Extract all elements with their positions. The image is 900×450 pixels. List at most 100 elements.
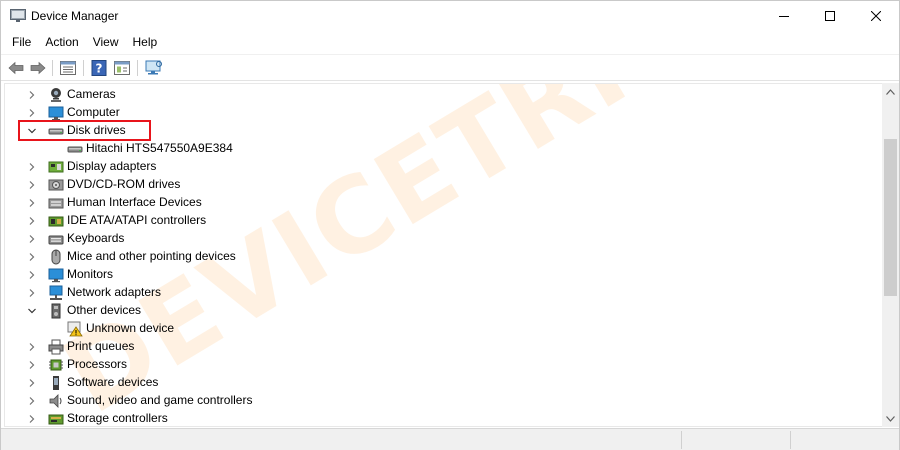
- tree-item-label: Print queues: [67, 339, 135, 353]
- menu-file[interactable]: File: [5, 32, 38, 54]
- tree-item-label: Network adapters: [67, 285, 162, 299]
- tree-item-label: Other devices: [67, 303, 142, 317]
- toolbar-separator: [83, 60, 84, 76]
- category-item[interactable]: Print queues: [5, 338, 875, 356]
- network-adapter-icon: [49, 285, 63, 300]
- category-item[interactable]: Mice and other pointing devices: [5, 248, 875, 266]
- keyboard-icon: [48, 235, 64, 245]
- tree-item-label: Human Interface Devices: [67, 195, 202, 209]
- chevron-right-icon[interactable]: [26, 377, 38, 389]
- maximize-button[interactable]: [807, 1, 853, 31]
- scroll-down-button[interactable]: [882, 410, 899, 427]
- svg-text:?: ?: [96, 62, 103, 76]
- chevron-right-icon[interactable]: [26, 233, 38, 245]
- menu-help[interactable]: Help: [126, 32, 165, 54]
- tree-item-label: Software devices: [67, 375, 159, 389]
- chevron-right-icon[interactable]: [26, 179, 38, 191]
- chevron-right-icon[interactable]: [26, 359, 38, 371]
- chevron-right-icon[interactable]: [26, 215, 38, 227]
- tree-item-label: DVD/CD-ROM drives: [67, 177, 181, 191]
- chevron-right-icon[interactable]: [26, 395, 38, 407]
- monitor-icon: [48, 268, 64, 283]
- tree-item-label: Storage controllers: [67, 411, 168, 425]
- status-pane-divider: [790, 431, 791, 449]
- tree-item-label: IDE ATA/ATAPI controllers: [67, 213, 207, 227]
- title-bar[interactable]: Device Manager: [1, 1, 899, 31]
- camera-icon: [51, 88, 61, 102]
- chevron-up-icon: [886, 88, 895, 95]
- hid-icon: [48, 198, 64, 209]
- properties-list-icon: [60, 61, 76, 75]
- category-item[interactable]: Cameras: [5, 86, 875, 104]
- category-item[interactable]: Monitors: [5, 266, 875, 284]
- scroll-thumb[interactable]: [884, 139, 897, 296]
- category-item[interactable]: Keyboards: [5, 230, 875, 248]
- tree-item-label: Cameras: [67, 87, 116, 101]
- computer-icon: [48, 106, 64, 121]
- speaker-icon: [49, 394, 62, 408]
- scan-hardware-icon: [145, 60, 162, 75]
- chevron-right-icon[interactable]: [26, 251, 38, 263]
- category-item[interactable]: Network adapters: [5, 284, 875, 302]
- close-icon: [871, 11, 881, 21]
- dvd-drive-icon: [48, 179, 64, 191]
- menu-action[interactable]: Action: [38, 32, 85, 54]
- details-view-button[interactable]: [112, 58, 132, 78]
- toolbar-separator: [52, 60, 53, 76]
- minimize-icon: [779, 16, 789, 17]
- category-item[interactable]: Human Interface Devices: [5, 194, 875, 212]
- back-button[interactable]: [6, 58, 26, 78]
- other-devices-icon: [51, 303, 61, 319]
- tree-item-label: Processors: [67, 357, 128, 371]
- chevron-right-icon[interactable]: [26, 413, 38, 425]
- category-item[interactable]: Sound, video and game controllers: [5, 392, 875, 410]
- scan-hardware-button[interactable]: [144, 58, 164, 78]
- category-item[interactable]: DVD/CD-ROM drives: [5, 176, 875, 194]
- maximize-icon: [825, 11, 835, 21]
- storage-controller-icon: [48, 414, 64, 425]
- chevron-right-icon[interactable]: [26, 107, 38, 119]
- category-item[interactable]: Processors: [5, 356, 875, 374]
- chevron-right-icon[interactable]: [26, 161, 38, 173]
- minimize-button[interactable]: [761, 1, 807, 31]
- details-view-icon: [114, 61, 130, 75]
- toolbar: ?: [1, 54, 899, 81]
- device-manager-app-icon: [10, 9, 26, 22]
- category-item[interactable]: Storage controllers: [5, 410, 875, 426]
- device-tree[interactable]: DEVICETRICKS Cameras Computer Disk drives H…: [4, 83, 882, 427]
- category-item[interactable]: Other devices: [5, 302, 875, 320]
- help-icon: ?: [91, 60, 107, 76]
- vertical-scrollbar[interactable]: [882, 83, 899, 427]
- window-title: Device Manager: [31, 9, 119, 23]
- device-item[interactable]: Hitachi HTS547550A9E384: [5, 140, 875, 158]
- software-device-icon: [53, 376, 59, 390]
- scroll-up-button[interactable]: [882, 83, 899, 100]
- category-item[interactable]: Software devices: [5, 374, 875, 392]
- chevron-right-icon[interactable]: [26, 89, 38, 101]
- chevron-right-icon[interactable]: [26, 197, 38, 209]
- chevron-down-icon[interactable]: [26, 305, 38, 317]
- tree-item-label: Computer: [67, 105, 120, 119]
- chevron-right-icon[interactable]: [26, 341, 38, 353]
- device-manager-window: Device Manager File Action View Help ? D…: [0, 0, 900, 450]
- unknown-device-warning-icon: [67, 321, 83, 337]
- device-item[interactable]: Unknown device: [5, 320, 875, 338]
- tree-item-label: Display adapters: [67, 159, 157, 173]
- forward-button[interactable]: [28, 58, 48, 78]
- back-arrow-icon: [8, 61, 24, 75]
- menu-view[interactable]: View: [86, 32, 126, 54]
- chevron-right-icon[interactable]: [26, 269, 38, 281]
- forward-arrow-icon: [30, 61, 46, 75]
- tree-item-label: Monitors: [67, 267, 114, 281]
- tree-item-label: Mice and other pointing devices: [67, 249, 236, 263]
- help-button[interactable]: ?: [89, 58, 109, 78]
- tree-item-label: Keyboards: [67, 231, 125, 245]
- tree-item-label: Sound, video and game controllers: [67, 393, 253, 407]
- category-item[interactable]: Display adapters: [5, 158, 875, 176]
- tree-item-label: Unknown device: [86, 321, 175, 335]
- chevron-right-icon[interactable]: [26, 287, 38, 299]
- category-item[interactable]: IDE ATA/ATAPI controllers: [5, 212, 875, 230]
- ide-controller-icon: [48, 216, 64, 227]
- close-button[interactable]: [853, 1, 899, 31]
- properties-button[interactable]: [58, 58, 78, 78]
